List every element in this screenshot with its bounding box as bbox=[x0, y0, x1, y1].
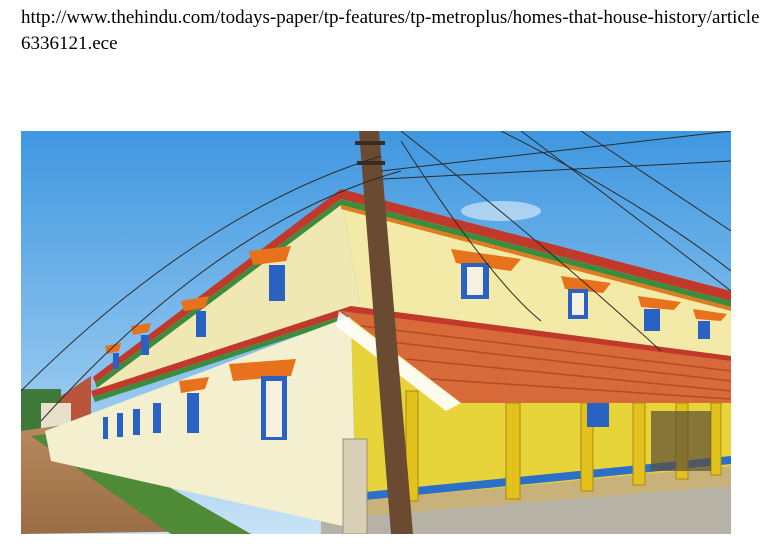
article-photo bbox=[21, 131, 731, 534]
article-url: http://www.thehindu.com/todays-paper/tp-… bbox=[21, 7, 760, 54]
gate-post bbox=[342, 438, 368, 534]
